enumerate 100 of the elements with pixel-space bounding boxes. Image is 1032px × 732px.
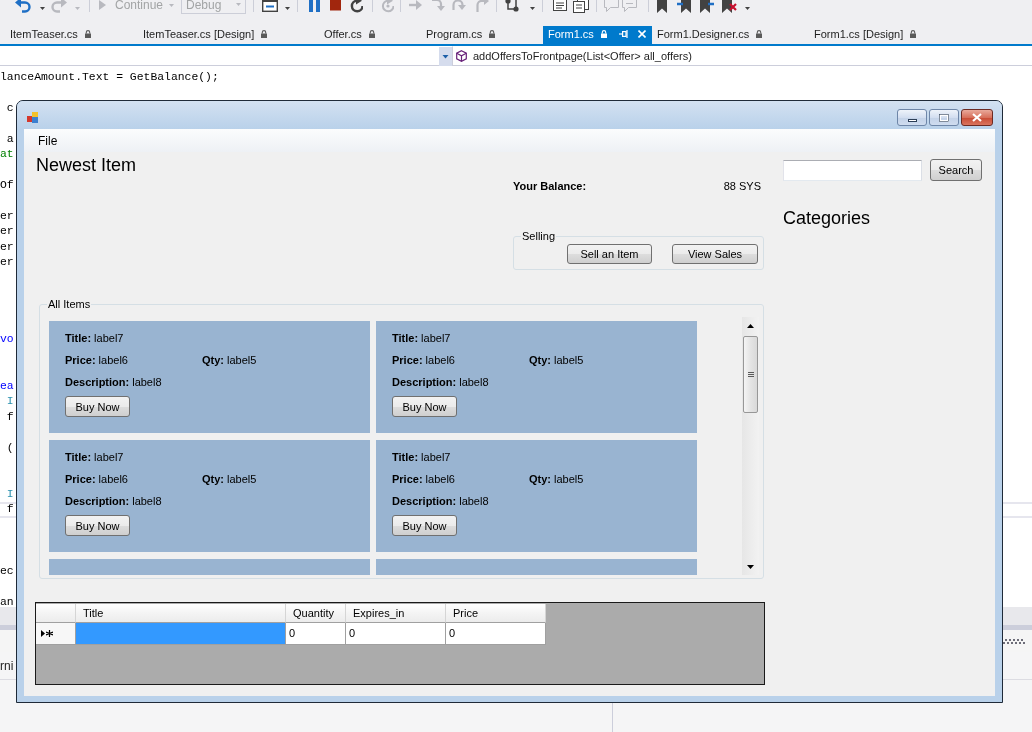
lock-icon bbox=[600, 30, 607, 38]
description-value: label8 bbox=[459, 495, 489, 508]
bookmark-icon[interactable] bbox=[657, 0, 667, 13]
up-arrow-icon bbox=[747, 323, 754, 328]
grid-cell[interactable]: 0 bbox=[286, 623, 346, 645]
group-title: Selling bbox=[521, 230, 557, 243]
price-value: label6 bbox=[98, 473, 128, 486]
column-header[interactable]: Price bbox=[446, 604, 546, 623]
squares-icon bbox=[27, 112, 38, 123]
code-line: lanceAmount.Text = GetBalance(); bbox=[0, 70, 219, 85]
lock-icon bbox=[489, 30, 496, 38]
search-field[interactable] bbox=[783, 160, 922, 181]
document-tab[interactable]: Form1.Designer.cs bbox=[652, 26, 771, 44]
close-icon bbox=[972, 113, 982, 122]
title-value: label7 bbox=[421, 332, 451, 345]
bookmark-delete-icon[interactable] bbox=[722, 0, 737, 13]
bookmark-arrow-icon[interactable] bbox=[700, 0, 714, 13]
document-tab[interactable]: ItemTeaser.cs [Design] bbox=[138, 26, 281, 44]
documents-icon[interactable] bbox=[573, 0, 589, 13]
grid-cell[interactable] bbox=[76, 623, 286, 645]
close-icon[interactable] bbox=[637, 30, 646, 38]
document-tab[interactable]: Form1.cs [Design] bbox=[809, 26, 926, 44]
stop-icon[interactable] bbox=[330, 0, 341, 13]
qty-label: Qty: bbox=[202, 354, 224, 367]
code-line: ea bbox=[0, 378, 14, 394]
code-line: ec bbox=[0, 564, 14, 579]
buy-now-button[interactable]: Buy Now bbox=[65, 396, 130, 417]
bookmark-arrow-icon[interactable] bbox=[677, 0, 691, 13]
maximize-icon bbox=[939, 113, 949, 122]
grip-icon bbox=[1001, 638, 1025, 644]
lock-icon bbox=[910, 30, 917, 38]
undo-icon[interactable] bbox=[15, 0, 31, 13]
qty-label: Qty: bbox=[202, 473, 224, 486]
scroll-thumb[interactable] bbox=[743, 336, 758, 413]
caret-icon[interactable] bbox=[745, 6, 750, 10]
maximize-button[interactable] bbox=[929, 109, 959, 126]
minimize-icon bbox=[907, 118, 917, 122]
document-tab[interactable]: Form1.cs bbox=[543, 26, 652, 44]
grid-cell[interactable]: 0 bbox=[446, 623, 546, 645]
title-label: Title: bbox=[65, 451, 92, 464]
close-button[interactable] bbox=[961, 109, 993, 126]
description-label: Description: bbox=[392, 376, 457, 389]
title-label: Title: bbox=[65, 332, 92, 345]
title-value: label7 bbox=[94, 451, 124, 464]
toolbar-label[interactable]: rni bbox=[0, 658, 14, 673]
lock-icon bbox=[261, 30, 268, 38]
lock-icon bbox=[756, 30, 763, 38]
price-label: Price: bbox=[392, 473, 423, 486]
code-line: f bbox=[5, 409, 14, 425]
pause-icon[interactable] bbox=[309, 0, 320, 13]
qty-value: label5 bbox=[554, 354, 584, 367]
price-label: Price: bbox=[392, 354, 423, 367]
window-icon[interactable] bbox=[262, 0, 278, 13]
balance-value: 88 SYS bbox=[723, 180, 761, 193]
lock-icon bbox=[368, 30, 375, 38]
price-value: label6 bbox=[425, 473, 455, 486]
title-label: Title: bbox=[392, 332, 419, 345]
menu-item[interactable]: File bbox=[32, 131, 64, 150]
qty-label: Qty: bbox=[529, 473, 551, 486]
description-label: Description: bbox=[65, 495, 130, 508]
row-header[interactable] bbox=[36, 623, 76, 645]
column-header[interactable]: Quantity bbox=[286, 604, 346, 623]
code-line: Of bbox=[0, 178, 14, 194]
caret-icon bbox=[169, 3, 175, 7]
price-value: label6 bbox=[425, 354, 455, 367]
caret-icon[interactable] bbox=[285, 6, 290, 10]
buy-now-button[interactable]: Buy Now bbox=[392, 515, 457, 536]
caret-icon[interactable] bbox=[40, 6, 45, 10]
buy-now-button[interactable]: Buy Now bbox=[392, 396, 457, 417]
caret-icon[interactable] bbox=[439, 46, 452, 66]
column-header[interactable]: Title bbox=[76, 604, 286, 623]
data-grid[interactable]: Title Quantity Expires_in Price 0 0 0 bbox=[35, 602, 765, 685]
row-header-corner bbox=[36, 604, 76, 623]
hierarchy-icon[interactable] bbox=[504, 0, 520, 13]
caret-icon[interactable] bbox=[530, 6, 535, 10]
code-line: I bbox=[5, 394, 14, 410]
view-sales-button[interactable]: View Sales bbox=[672, 244, 758, 264]
grid-cell[interactable]: 0 bbox=[346, 623, 446, 645]
restart-icon[interactable] bbox=[350, 0, 363, 13]
group-title: All Items bbox=[47, 298, 92, 311]
description-label: Description: bbox=[392, 495, 457, 508]
code-line: a bbox=[5, 131, 14, 147]
document-tab[interactable]: ItemTeaser.cs bbox=[5, 26, 100, 44]
section-heading: Newest Item bbox=[36, 155, 137, 175]
search-button[interactable]: Search bbox=[930, 159, 982, 181]
document-tab[interactable]: Program.cs bbox=[421, 26, 505, 44]
column-header[interactable]: Expires_in bbox=[346, 604, 446, 623]
code-line: er bbox=[0, 239, 14, 255]
code-line: vo bbox=[0, 332, 14, 348]
list-icon[interactable] bbox=[553, 0, 567, 13]
caret-icon bbox=[236, 3, 241, 6]
buy-now-button[interactable]: Buy Now bbox=[65, 515, 130, 536]
code-line: f bbox=[5, 502, 14, 518]
scrollbar[interactable] bbox=[742, 317, 759, 575]
price-label: Price: bbox=[65, 473, 96, 486]
pin-icon[interactable] bbox=[618, 30, 628, 38]
sell-item-button[interactable]: Sell an Item bbox=[567, 244, 652, 264]
document-tab[interactable]: Offer.cs bbox=[319, 26, 383, 44]
minimize-button[interactable] bbox=[897, 109, 927, 126]
description-label: Description: bbox=[65, 376, 130, 389]
